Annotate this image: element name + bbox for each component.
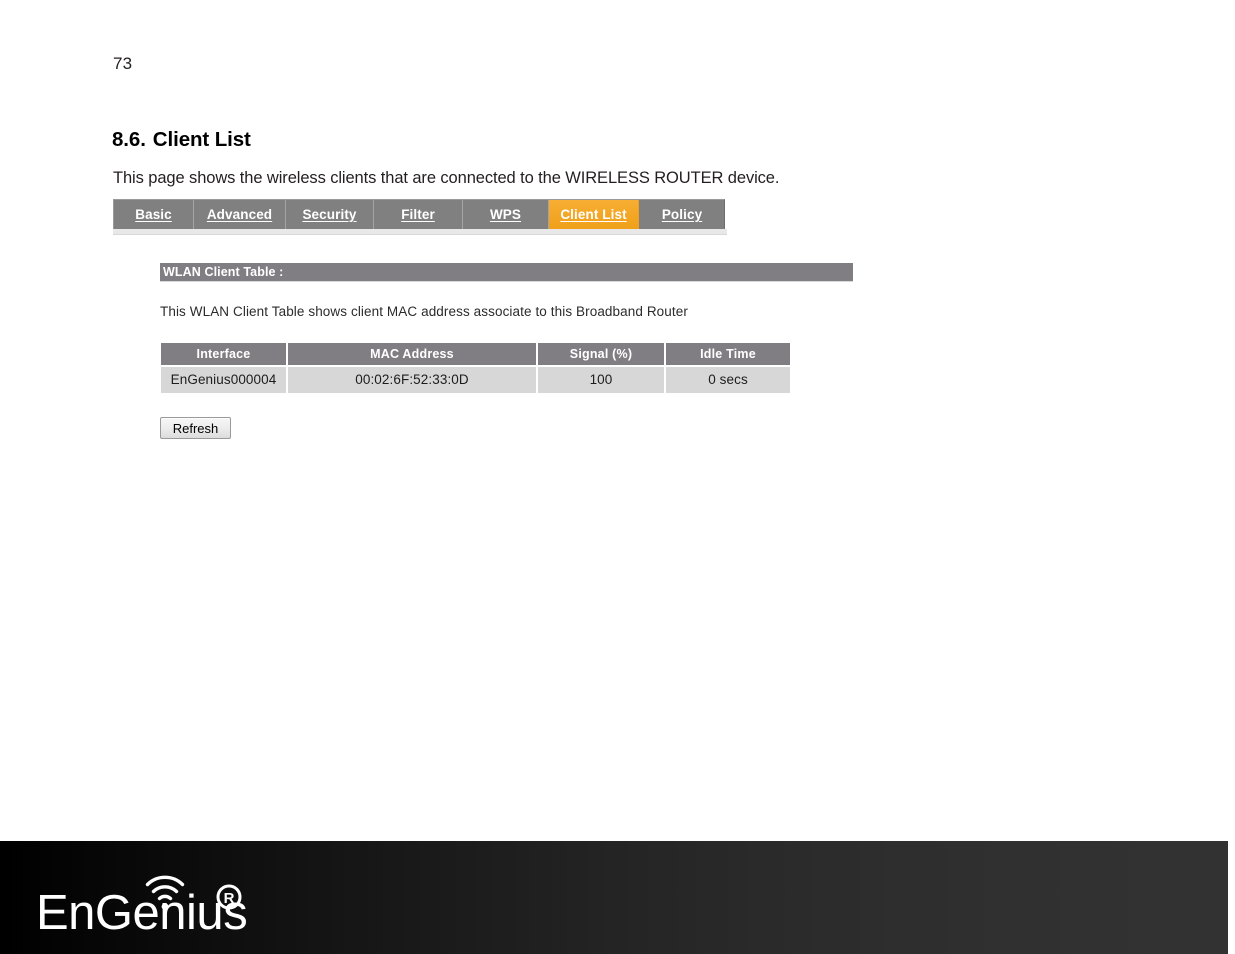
column-header-idle-time: Idle Time xyxy=(665,343,790,366)
tab-security[interactable]: Security xyxy=(286,200,374,229)
tab-bar-underline xyxy=(113,229,727,235)
column-header-mac-address: MAC Address xyxy=(287,343,538,366)
section-number: 8.6. xyxy=(112,127,146,151)
wlan-client-table-bar: WLAN Client Table : xyxy=(160,263,853,282)
engenius-logo: EnGenius R xyxy=(36,859,296,939)
refresh-button[interactable]: Refresh xyxy=(160,417,231,439)
section-title: Client List xyxy=(152,127,251,151)
tab-policy[interactable]: Policy xyxy=(639,200,725,229)
intro-paragraph: This page shows the wireless clients tha… xyxy=(113,168,780,187)
svg-text:R: R xyxy=(224,890,235,907)
tab-wps[interactable]: WPS xyxy=(463,200,549,229)
cell-mac-address: 00:02:6F:52:33:0D xyxy=(287,365,538,393)
tab-filter[interactable]: Filter xyxy=(374,200,463,229)
table-header-row: Interface MAC Address Signal (%) Idle Ti… xyxy=(161,343,790,366)
client-list-table: Interface MAC Address Signal (%) Idle Ti… xyxy=(161,343,790,393)
tab-basic[interactable]: Basic xyxy=(114,200,194,229)
page-number: 73 xyxy=(113,54,133,73)
page-footer: EnGenius R xyxy=(0,841,1228,954)
cell-signal: 100 xyxy=(537,365,666,393)
cell-interface: EnGenius000004 xyxy=(161,365,288,393)
column-header-interface: Interface xyxy=(161,343,288,366)
page-title: 8.6. Client List xyxy=(112,128,251,152)
router-tab-bar: Basic Advanced Security Filter WPS Clien… xyxy=(113,199,725,229)
column-header-signal: Signal (%) xyxy=(537,343,666,366)
tab-client-list[interactable]: Client List xyxy=(549,200,639,229)
wlan-client-table-description: This WLAN Client Table shows client MAC … xyxy=(160,304,688,319)
wlan-client-table-title: WLAN Client Table : xyxy=(163,265,284,279)
cell-idle-time: 0 secs xyxy=(665,365,790,393)
engenius-wordmark: EnGenius xyxy=(36,886,247,939)
tab-advanced[interactable]: Advanced xyxy=(194,200,286,229)
table-row: EnGenius000004 00:02:6F:52:33:0D 100 0 s… xyxy=(161,365,790,393)
router-ui-screenshot: Basic Advanced Security Filter WPS Clien… xyxy=(113,199,873,454)
